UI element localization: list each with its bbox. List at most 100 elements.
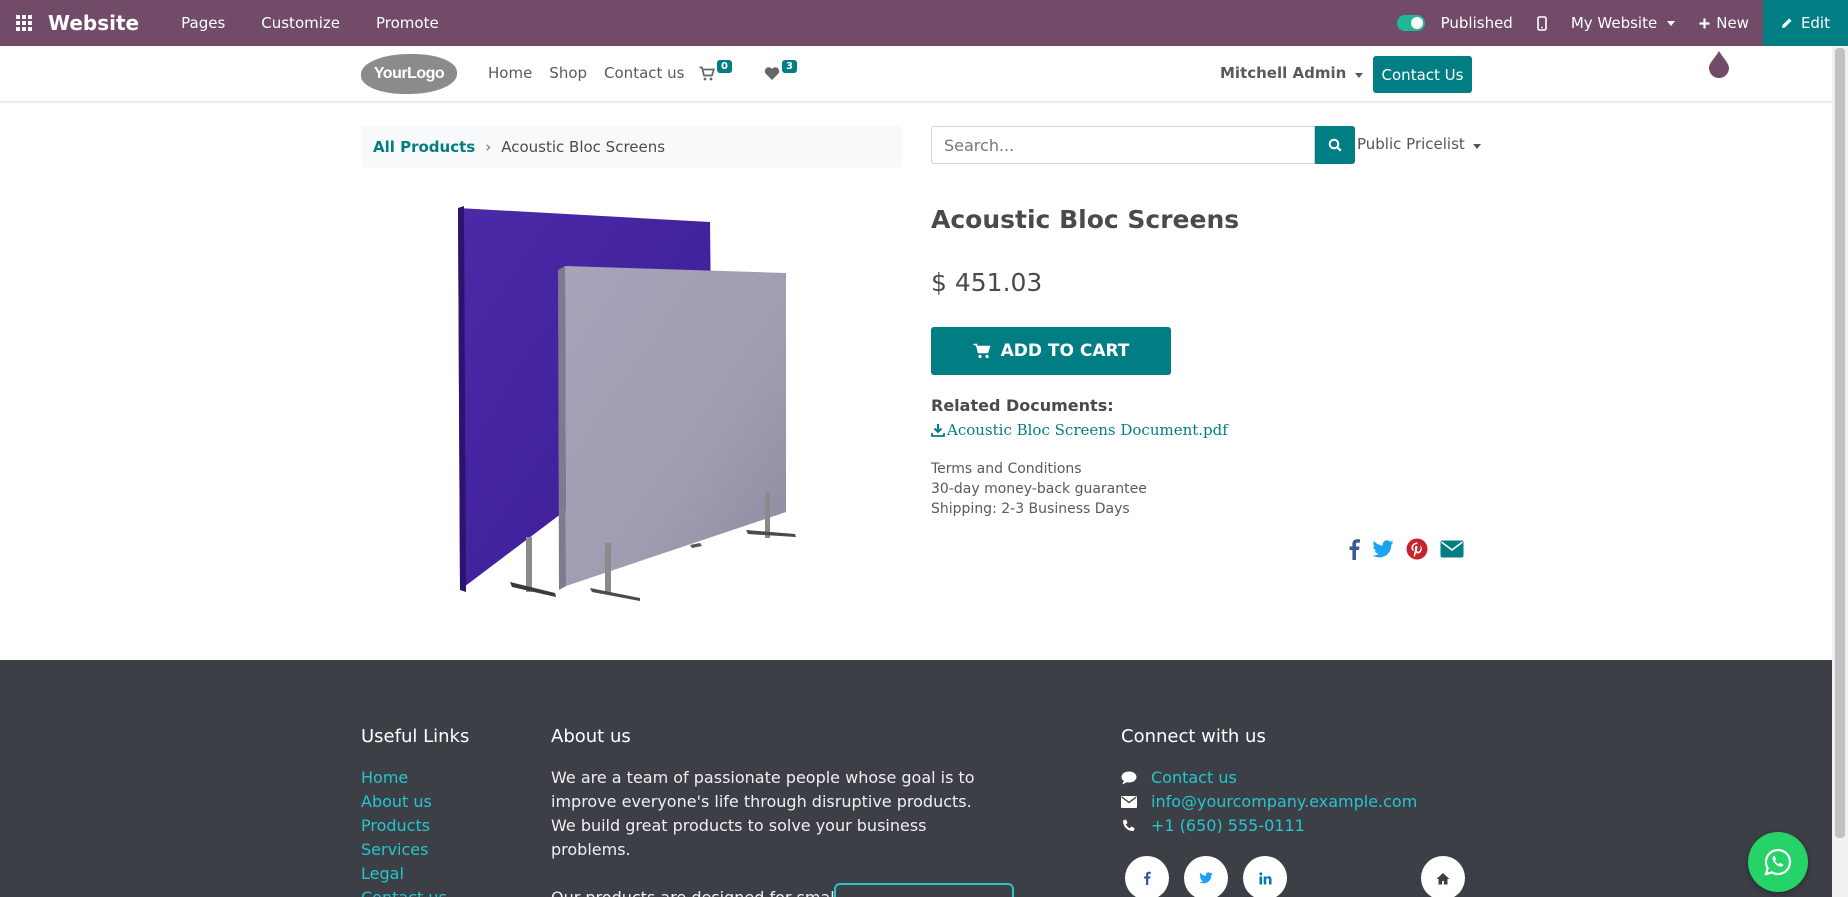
page-scrollbar[interactable] xyxy=(1832,46,1848,897)
website-editor-bar: Website Pages Customize Promote Publishe… xyxy=(0,0,1848,46)
edit-label: Edit xyxy=(1800,14,1830,32)
about-text: We are a team of passionate people whose… xyxy=(551,766,981,897)
download-icon xyxy=(931,424,945,437)
about-paragraph-1: We are a team of passionate people whose… xyxy=(551,768,975,859)
phone-icon xyxy=(1123,819,1135,832)
app-brand[interactable]: Website xyxy=(48,11,139,35)
useful-links-title: Useful Links xyxy=(361,726,470,747)
apps-menu-button[interactable] xyxy=(0,15,48,31)
breadcrumb-current: Acoustic Bloc Screens xyxy=(501,138,666,156)
envelope-icon xyxy=(1121,796,1137,808)
heart-icon xyxy=(764,67,780,80)
footer-twitter-button[interactable] xyxy=(1184,856,1228,897)
main-nav: Home Shop Contact us xyxy=(488,64,684,82)
breadcrumb-all-products[interactable]: All Products xyxy=(373,138,475,156)
connect-title: Connect with us xyxy=(1121,726,1266,747)
search-button[interactable] xyxy=(1315,126,1355,164)
edit-button[interactable]: Edit xyxy=(1762,0,1848,46)
new-content-button[interactable]: New xyxy=(1699,14,1749,32)
footer-link-products[interactable]: Products xyxy=(361,814,447,838)
chevron-right-icon: › xyxy=(485,138,492,156)
website-switcher[interactable]: My Website xyxy=(1570,14,1676,32)
pricelist-label: Public Pricelist xyxy=(1357,135,1465,153)
toggle-switch-icon[interactable] xyxy=(1396,15,1425,31)
user-menu[interactable]: Mitchell Admin xyxy=(1220,64,1364,82)
footer-link-contact[interactable]: Contact us xyxy=(361,886,447,897)
theme-drop-icon[interactable] xyxy=(1708,50,1730,78)
wishlist-count-badge: 3 xyxy=(782,60,797,73)
footer-link-services[interactable]: Services xyxy=(361,838,447,862)
guarantee-text: 30-day money-back guarantee xyxy=(931,481,1147,497)
product-image xyxy=(458,206,796,601)
cart-link[interactable]: 0 xyxy=(699,60,732,82)
footer-phone-link[interactable]: +1 (650) 555-0111 xyxy=(1151,814,1305,838)
search-icon xyxy=(1328,138,1342,152)
search-input[interactable]: Search... xyxy=(931,126,1315,164)
about-title: About us xyxy=(551,726,631,747)
product-price: $ 451.03 xyxy=(931,268,1043,297)
footer-link-about[interactable]: About us xyxy=(361,790,447,814)
site-footer: Useful Links Home About us Products Serv… xyxy=(0,660,1832,897)
product-terms: Terms and Conditions 30-day money-back g… xyxy=(931,459,1147,519)
footer-link-legal[interactable]: Legal xyxy=(361,862,447,886)
cart-icon xyxy=(699,66,715,81)
apps-grid-icon xyxy=(16,15,32,31)
envelope-icon[interactable] xyxy=(1440,540,1464,558)
add-to-cart-label: ADD TO CART xyxy=(1000,341,1130,361)
published-toggle[interactable]: Published xyxy=(1396,14,1513,32)
footer-linkedin-button[interactable] xyxy=(1243,856,1287,897)
document-link[interactable]: Acoustic Bloc Screens Document.pdf xyxy=(931,421,1228,439)
pencil-icon xyxy=(1781,18,1792,28)
user-name: Mitchell Admin xyxy=(1220,64,1347,82)
site-header: YourLogo Home Shop Contact us 0 3 Mitche… xyxy=(0,46,1832,102)
connect-list: Contact us info@yourcompany.example.com … xyxy=(1121,766,1417,838)
facebook-icon[interactable] xyxy=(1348,538,1360,560)
whatsapp-icon xyxy=(1764,848,1792,876)
chevron-down-icon xyxy=(1667,20,1676,26)
footer-home-button[interactable] xyxy=(1421,856,1465,897)
footer-link-home[interactable]: Home xyxy=(361,766,447,790)
menu-promote[interactable]: Promote xyxy=(376,14,439,32)
related-documents-heading: Related Documents: xyxy=(931,396,1114,415)
mobile-preview-button[interactable] xyxy=(1537,15,1547,31)
cart-icon xyxy=(973,343,991,359)
terms-link[interactable]: Terms and Conditions xyxy=(931,459,1147,479)
product-search: Search... xyxy=(931,126,1355,164)
chevron-down-icon xyxy=(1472,144,1481,149)
useful-links-list: Home About us Products Services Legal Co… xyxy=(361,766,447,897)
twitter-icon xyxy=(1199,872,1213,884)
twitter-icon[interactable] xyxy=(1372,540,1394,558)
nav-home[interactable]: Home xyxy=(488,64,532,82)
pinterest-icon[interactable] xyxy=(1406,538,1428,560)
home-icon xyxy=(1436,872,1450,884)
document-link-label: Acoustic Bloc Screens Document.pdf xyxy=(947,421,1228,439)
footer-email-link[interactable]: info@yourcompany.example.com xyxy=(1151,790,1417,814)
website-switcher-label: My Website xyxy=(1570,14,1658,32)
published-label: Published xyxy=(1440,14,1513,32)
pricelist-dropdown[interactable]: Public Pricelist xyxy=(1357,135,1481,153)
editor-tooltip-popup xyxy=(834,883,1014,897)
mobile-icon xyxy=(1537,15,1547,31)
footer-contact-link[interactable]: Contact us xyxy=(1151,766,1237,790)
breadcrumb: All Products › Acoustic Bloc Screens xyxy=(361,126,902,168)
footer-facebook-button[interactable] xyxy=(1125,856,1169,897)
menu-pages[interactable]: Pages xyxy=(181,14,225,32)
nav-shop[interactable]: Shop xyxy=(549,64,587,82)
contact-us-button[interactable]: Contact Us xyxy=(1373,56,1472,93)
wishlist-link[interactable]: 3 xyxy=(764,60,797,81)
comment-icon xyxy=(1121,771,1137,785)
add-to-cart-button[interactable]: ADD TO CART xyxy=(931,327,1171,375)
whatsapp-chat-button[interactable] xyxy=(1748,832,1808,892)
chevron-down-icon xyxy=(1355,73,1364,78)
scrollbar-thumb[interactable] xyxy=(1835,48,1845,838)
shipping-text: Shipping: 2-3 Business Days xyxy=(931,501,1130,517)
linkedin-icon xyxy=(1258,871,1271,884)
site-logo[interactable]: YourLogo xyxy=(361,54,457,94)
cart-count-badge: 0 xyxy=(717,60,732,73)
new-label: New xyxy=(1716,14,1749,32)
nav-contact[interactable]: Contact us xyxy=(604,64,684,82)
menu-customize[interactable]: Customize xyxy=(261,14,340,32)
facebook-icon xyxy=(1144,871,1151,885)
plus-icon xyxy=(1699,18,1710,28)
product-title: Acoustic Bloc Screens xyxy=(931,205,1240,234)
